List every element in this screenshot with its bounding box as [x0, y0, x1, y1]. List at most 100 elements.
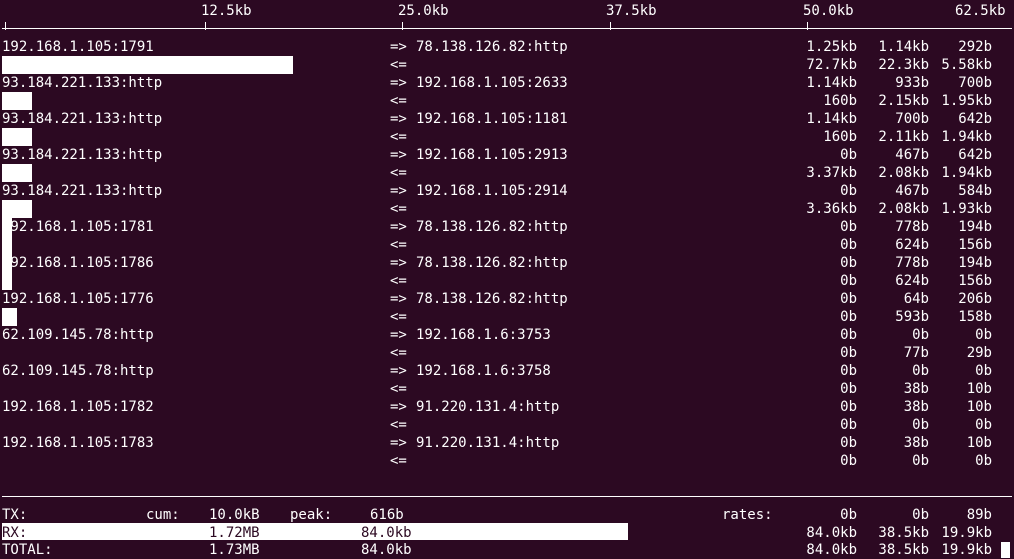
- terminal-cursor: [1001, 542, 1010, 558]
- scale-label: 12.5kb: [201, 3, 252, 19]
- direction-out: =>: [390, 39, 407, 55]
- direction-out: =>: [390, 363, 407, 379]
- total-rate-40s: 19.9kb: [941, 542, 992, 558]
- tx-rate-2s: 0b: [840, 507, 857, 523]
- rx-rate-10s: 2.08kb: [878, 165, 929, 181]
- source-host: 62.109.145.78:http: [2, 327, 154, 343]
- rx-rate-40s: 1.94kb: [941, 165, 992, 181]
- rx-rate-2s: 0b: [840, 381, 857, 397]
- tx-rate-2s: 1.14kb: [806, 75, 857, 91]
- tx-rate-10s: 38b: [903, 399, 929, 415]
- tx-rate-10s: 1.14kb: [878, 39, 929, 55]
- peak-label: peak:: [290, 507, 333, 523]
- rx-peak-value: 84.0kb: [361, 525, 412, 541]
- tx-rate-2s: 0b: [840, 363, 857, 379]
- direction-in: <=: [390, 165, 407, 181]
- destination-host: 78.138.126.82:http: [416, 39, 568, 55]
- rx-rate-10s: 2.15kb: [878, 93, 929, 109]
- rx-rate-10s: 2.11kb: [878, 129, 929, 145]
- tx-rate-40s: 584b: [958, 183, 992, 199]
- scale-tick: [205, 22, 206, 30]
- rx-rate-2s: 72.7kb: [806, 57, 857, 73]
- scale-label: 25.0kb: [398, 3, 449, 19]
- rx-rate-2s: 0b: [840, 453, 857, 469]
- rx-rate-bar: [2, 56, 293, 74]
- rx-rate-40s: 158b: [958, 309, 992, 325]
- tx-rate-40s: 10b: [966, 435, 992, 451]
- rx-rate-10s: 624b: [895, 273, 929, 289]
- tx-rate-40s: 292b: [958, 39, 992, 55]
- total-peak-value: 84.0kb: [361, 542, 412, 558]
- direction-out: =>: [390, 399, 407, 415]
- rx-rate-40s: 5.58kb: [941, 57, 992, 73]
- tx-rate-2s: 0b: [840, 291, 857, 307]
- rx-rate-40s: 19.9kb: [941, 525, 992, 541]
- tx-rate-2s: 1.25kb: [806, 39, 857, 55]
- tx-rate-2s: 0b: [840, 255, 857, 271]
- tx-rate-10s: 467b: [895, 147, 929, 163]
- scale-label: 37.5kb: [606, 3, 657, 19]
- rx-rate-bar: [2, 92, 32, 110]
- rx-rate-bar: [2, 272, 12, 290]
- direction-out: =>: [390, 327, 407, 343]
- tx-peak-value: 616b: [370, 507, 404, 523]
- tx-label: TX:: [2, 507, 28, 523]
- rx-rate-2s: 0b: [840, 273, 857, 289]
- scale-axis: [2, 28, 1012, 29]
- destination-host: 78.138.126.82:http: [416, 219, 568, 235]
- tx-rate-10s: 933b: [895, 75, 929, 91]
- direction-in: <=: [390, 237, 407, 253]
- rx-rate-40s: 0b: [975, 417, 992, 433]
- total-label: TOTAL:: [2, 542, 53, 558]
- direction-in: <=: [390, 453, 407, 469]
- source-host: 93.184.221.133:http: [2, 111, 163, 127]
- tx-rate-2s: 0b: [840, 435, 857, 451]
- tx-rate-10s: 700b: [895, 111, 929, 127]
- source-host: 192.168.1.105:1782: [2, 399, 154, 415]
- direction-out: =>: [390, 147, 407, 163]
- rx-rate-40s: 1.94kb: [941, 129, 992, 145]
- rx-rate-40s: 1.95kb: [941, 93, 992, 109]
- rx-cum-value: 1.72MB: [209, 525, 260, 541]
- tx-rate-40s: 642b: [958, 111, 992, 127]
- tx-rate-10s: 0b: [912, 327, 929, 343]
- tx-rate-40s: 700b: [958, 75, 992, 91]
- rx-rate-2s: 3.36kb: [806, 201, 857, 217]
- scale-tick: [5, 22, 6, 30]
- direction-out: =>: [390, 219, 407, 235]
- rx-rate-40s: 156b: [958, 273, 992, 289]
- destination-host: 192.168.1.105:1181: [416, 111, 568, 127]
- tx-rate-10s: 0b: [912, 363, 929, 379]
- direction-in: <=: [390, 417, 407, 433]
- scale-label: 50.0kb: [803, 3, 854, 19]
- destination-host: 192.168.1.105:2913: [416, 147, 568, 163]
- direction-in: <=: [390, 273, 407, 289]
- tx-rate-10s: 38b: [903, 435, 929, 451]
- tx-rate-40s: 10b: [966, 399, 992, 415]
- scale-tick: [807, 22, 808, 30]
- rx-rate-bar: [2, 308, 17, 326]
- scale-tick: [402, 22, 403, 30]
- tx-rate-40s: 206b: [958, 291, 992, 307]
- tx-rate-10s: 64b: [903, 291, 929, 307]
- destination-host: 192.168.1.105:2633: [416, 75, 568, 91]
- tx-rate-2s: 1.14kb: [806, 111, 857, 127]
- rx-rate-10s: 22.3kb: [878, 57, 929, 73]
- tx-rate-2s: 0b: [840, 147, 857, 163]
- scale-label: 62.5kb: [955, 3, 1006, 19]
- rx-rate-40s: 10b: [966, 381, 992, 397]
- rx-rate-10s: 77b: [903, 345, 929, 361]
- destination-host: 78.138.126.82:http: [416, 291, 568, 307]
- tx-rate-10s: 778b: [895, 219, 929, 235]
- rx-rate-40s: 156b: [958, 237, 992, 253]
- tx-rate-10s: 778b: [895, 255, 929, 271]
- rx-rate-40s: 0b: [975, 453, 992, 469]
- destination-host: 192.168.1.6:3758: [416, 363, 551, 379]
- source-host: 93.184.221.133:http: [2, 183, 163, 199]
- rx-rate-10s: 0b: [912, 417, 929, 433]
- destination-host: 192.168.1.105:2914: [416, 183, 568, 199]
- rx-rate-10s: 593b: [895, 309, 929, 325]
- total-rate-10s: 38.5kb: [878, 542, 929, 558]
- rx-rate-2s: 160b: [823, 129, 857, 145]
- rx-rate-2s: 160b: [823, 93, 857, 109]
